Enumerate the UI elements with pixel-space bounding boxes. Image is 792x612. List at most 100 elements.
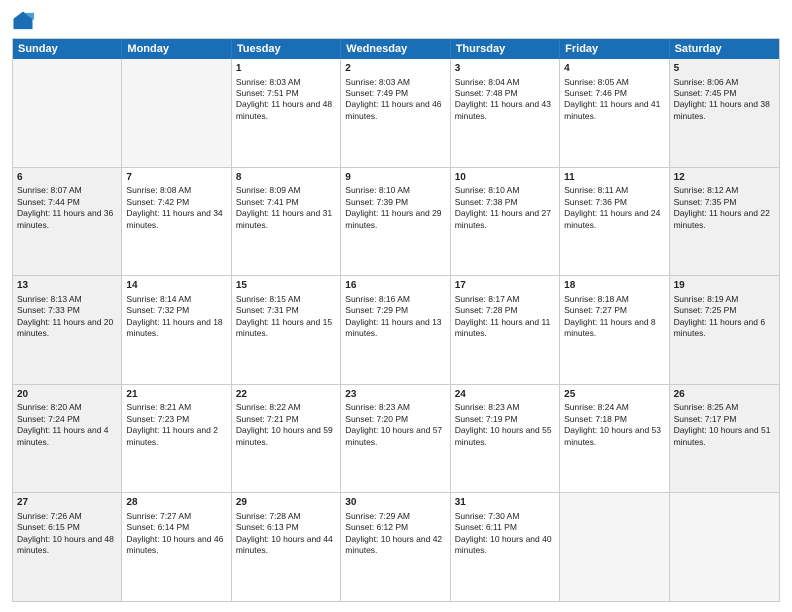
empty-cell <box>560 493 669 601</box>
sunset-time: Sunset: 7:28 PM <box>455 305 518 315</box>
day-cell-26: 26Sunrise: 8:25 AMSunset: 7:17 PMDayligh… <box>670 385 779 493</box>
calendar-header: SundayMondayTuesdayWednesdayThursdayFrid… <box>13 39 779 59</box>
day-number: 26 <box>674 388 775 402</box>
sunrise-time: Sunrise: 8:17 AM <box>455 294 520 304</box>
day-cell-25: 25Sunrise: 8:24 AMSunset: 7:18 PMDayligh… <box>560 385 669 493</box>
day-cell-2: 2Sunrise: 8:03 AMSunset: 7:49 PMDaylight… <box>341 59 450 167</box>
empty-cell <box>13 59 122 167</box>
daylight-hours: Daylight: 10 hours and 53 minutes. <box>564 425 661 446</box>
sunset-time: Sunset: 7:20 PM <box>345 414 408 424</box>
daylight-hours: Daylight: 10 hours and 46 minutes. <box>126 534 223 555</box>
header-day-wednesday: Wednesday <box>341 39 450 59</box>
day-number: 29 <box>236 496 336 510</box>
day-cell-5: 5Sunrise: 8:06 AMSunset: 7:45 PMDaylight… <box>670 59 779 167</box>
sunset-time: Sunset: 6:14 PM <box>126 522 189 532</box>
day-cell-3: 3Sunrise: 8:04 AMSunset: 7:48 PMDaylight… <box>451 59 560 167</box>
daylight-hours: Daylight: 11 hours and 38 minutes. <box>674 99 770 120</box>
sunset-time: Sunset: 7:33 PM <box>17 305 80 315</box>
day-number: 14 <box>126 279 226 293</box>
day-cell-28: 28Sunrise: 7:27 AMSunset: 6:14 PMDayligh… <box>122 493 231 601</box>
day-number: 7 <box>126 171 226 185</box>
calendar-row-2: 13Sunrise: 8:13 AMSunset: 7:33 PMDayligh… <box>13 275 779 384</box>
day-cell-1: 1Sunrise: 8:03 AMSunset: 7:51 PMDaylight… <box>232 59 341 167</box>
sunrise-time: Sunrise: 8:24 AM <box>564 402 629 412</box>
day-number: 9 <box>345 171 445 185</box>
day-number: 4 <box>564 62 664 76</box>
sunset-time: Sunset: 7:48 PM <box>455 88 518 98</box>
daylight-hours: Daylight: 10 hours and 44 minutes. <box>236 534 333 555</box>
day-number: 6 <box>17 171 117 185</box>
day-number: 16 <box>345 279 445 293</box>
day-number: 24 <box>455 388 555 402</box>
day-cell-4: 4Sunrise: 8:05 AMSunset: 7:46 PMDaylight… <box>560 59 669 167</box>
header-day-friday: Friday <box>560 39 669 59</box>
daylight-hours: Daylight: 11 hours and 22 minutes. <box>674 208 770 229</box>
day-number: 17 <box>455 279 555 293</box>
daylight-hours: Daylight: 11 hours and 18 minutes. <box>126 317 222 338</box>
sunset-time: Sunset: 7:23 PM <box>126 414 189 424</box>
daylight-hours: Daylight: 11 hours and 20 minutes. <box>17 317 113 338</box>
daylight-hours: Daylight: 11 hours and 31 minutes. <box>236 208 332 229</box>
daylight-hours: Daylight: 10 hours and 48 minutes. <box>17 534 114 555</box>
daylight-hours: Daylight: 11 hours and 11 minutes. <box>455 317 551 338</box>
daylight-hours: Daylight: 10 hours and 55 minutes. <box>455 425 552 446</box>
day-cell-13: 13Sunrise: 8:13 AMSunset: 7:33 PMDayligh… <box>13 276 122 384</box>
sunrise-time: Sunrise: 8:06 AM <box>674 77 739 87</box>
calendar-row-0: 1Sunrise: 8:03 AMSunset: 7:51 PMDaylight… <box>13 59 779 167</box>
page: SundayMondayTuesdayWednesdayThursdayFrid… <box>0 0 792 612</box>
daylight-hours: Daylight: 11 hours and 34 minutes. <box>126 208 222 229</box>
sunrise-time: Sunrise: 8:05 AM <box>564 77 629 87</box>
day-number: 31 <box>455 496 555 510</box>
day-number: 12 <box>674 171 775 185</box>
day-number: 1 <box>236 62 336 76</box>
sunrise-time: Sunrise: 8:03 AM <box>236 77 301 87</box>
day-number: 28 <box>126 496 226 510</box>
daylight-hours: Daylight: 10 hours and 51 minutes. <box>674 425 771 446</box>
sunrise-time: Sunrise: 7:28 AM <box>236 511 301 521</box>
sunrise-time: Sunrise: 7:30 AM <box>455 511 520 521</box>
empty-cell <box>122 59 231 167</box>
sunset-time: Sunset: 7:49 PM <box>345 88 408 98</box>
daylight-hours: Daylight: 10 hours and 40 minutes. <box>455 534 552 555</box>
day-cell-6: 6Sunrise: 8:07 AMSunset: 7:44 PMDaylight… <box>13 168 122 276</box>
header-day-tuesday: Tuesday <box>232 39 341 59</box>
sunrise-time: Sunrise: 8:14 AM <box>126 294 191 304</box>
sunrise-time: Sunrise: 8:22 AM <box>236 402 301 412</box>
day-cell-16: 16Sunrise: 8:16 AMSunset: 7:29 PMDayligh… <box>341 276 450 384</box>
daylight-hours: Daylight: 11 hours and 15 minutes. <box>236 317 332 338</box>
sunrise-time: Sunrise: 8:18 AM <box>564 294 629 304</box>
daylight-hours: Daylight: 11 hours and 41 minutes. <box>564 99 660 120</box>
sunset-time: Sunset: 7:18 PM <box>564 414 627 424</box>
day-cell-17: 17Sunrise: 8:17 AMSunset: 7:28 PM Dayligh… <box>451 276 560 384</box>
sunset-time: Sunset: 6:13 PM <box>236 522 299 532</box>
daylight-hours: Daylight: 11 hours and 2 minutes. <box>126 425 218 446</box>
daylight-hours: Daylight: 11 hours and 8 minutes. <box>564 317 656 338</box>
day-number: 5 <box>674 62 775 76</box>
sunrise-time: Sunrise: 8:11 AM <box>564 185 628 195</box>
day-number: 20 <box>17 388 117 402</box>
daylight-hours: Daylight: 11 hours and 29 minutes. <box>345 208 441 229</box>
header-day-saturday: Saturday <box>670 39 779 59</box>
day-number: 27 <box>17 496 117 510</box>
day-cell-24: 24Sunrise: 8:23 AMSunset: 7:19 PMDayligh… <box>451 385 560 493</box>
sunset-time: Sunset: 7:17 PM <box>674 414 737 424</box>
day-number: 21 <box>126 388 226 402</box>
sunrise-time: Sunrise: 8:09 AM <box>236 185 301 195</box>
daylight-hours: Daylight: 11 hours and 46 minutes. <box>345 99 441 120</box>
day-cell-14: 14Sunrise: 8:14 AMSunset: 7:32 PM Dayligh… <box>122 276 231 384</box>
day-cell-19: 19Sunrise: 8:19 AMSunset: 7:25 PMDayligh… <box>670 276 779 384</box>
day-cell-7: 7Sunrise: 8:08 AMSunset: 7:42 PMDaylight… <box>122 168 231 276</box>
logo-icon <box>12 10 34 32</box>
sunset-time: Sunset: 7:51 PM <box>236 88 299 98</box>
daylight-hours: Daylight: 11 hours and 48 minutes. <box>236 99 332 120</box>
day-cell-12: 12Sunrise: 8:12 AMSunset: 7:35 PMDayligh… <box>670 168 779 276</box>
day-cell-22: 22Sunrise: 8:22 AMSunset: 7:21 PMDayligh… <box>232 385 341 493</box>
sunset-time: Sunset: 7:32 PM <box>126 305 189 315</box>
day-cell-27: 27Sunrise: 7:26 AMSunset: 6:15 PMDayligh… <box>13 493 122 601</box>
sunrise-time: Sunrise: 8:07 AM <box>17 185 82 195</box>
calendar-row-1: 6Sunrise: 8:07 AM Sunset: 7:44 PM Daylight… <box>13 167 779 276</box>
sunset-time: Sunset: 6:15 PM <box>17 522 80 532</box>
sunset-time: Sunset: 7:44 PM <box>17 197 80 207</box>
sunrise-time: Sunrise: 8:10 AM <box>345 185 410 195</box>
sunset-time: Sunset: 7:31 PM <box>236 305 299 315</box>
